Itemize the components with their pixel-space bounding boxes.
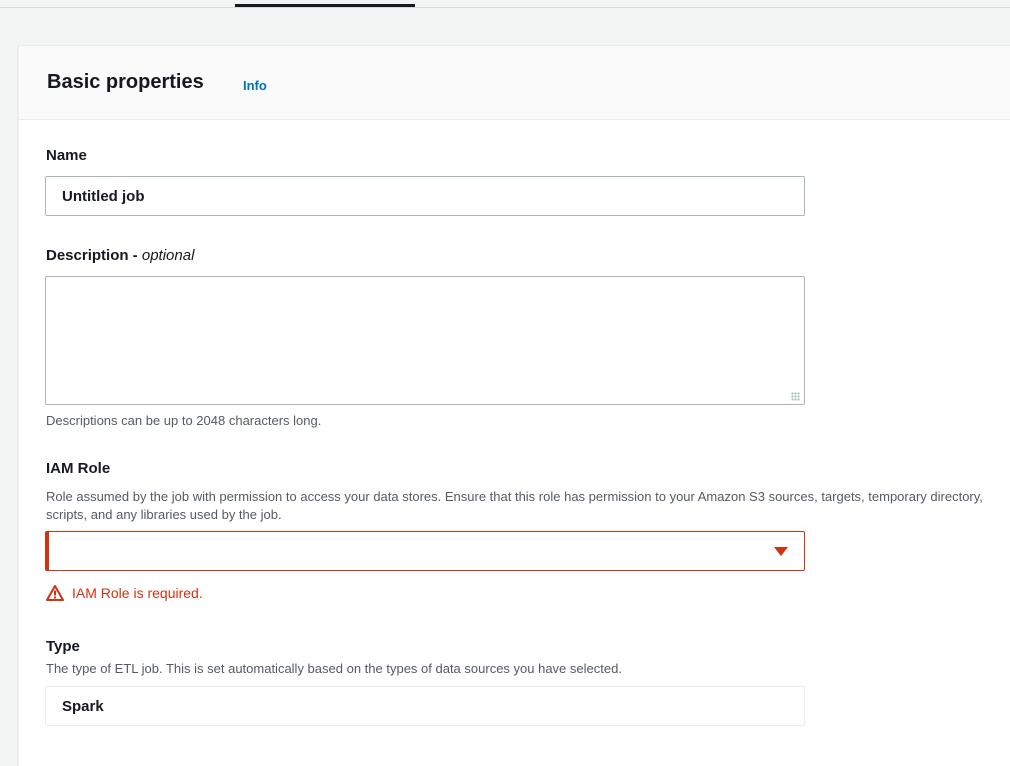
name-input[interactable]: Untitled job [45,176,805,216]
type-value: Spark [62,697,104,715]
description-constraint-text: Descriptions can be up to 2048 character… [46,413,322,428]
top-tab-bar [0,0,1010,8]
iam-role-select[interactable] [45,531,805,571]
name-label: Name [46,147,87,164]
panel-title: Basic properties [47,71,204,93]
iam-role-description: Role assumed by the job with permission … [46,489,983,522]
basic-properties-panel: Basic properties Info [18,45,1010,766]
type-value-field: Spark [45,686,805,726]
name-input-value: Untitled job [62,187,145,205]
type-description: The type of ETL job. This is set automat… [46,661,622,676]
warning-icon [46,585,64,601]
description-textarea[interactable] [45,276,805,405]
description-label: Description - optional [46,247,194,264]
iam-role-error-text: IAM Role is required. [72,585,203,601]
resize-handle-icon[interactable] [791,392,800,401]
panel-header: Basic properties Info [19,46,1010,120]
description-label-text: Description - [46,247,142,264]
type-label: Type [46,638,80,655]
description-optional-label: optional [141,247,195,264]
info-link[interactable]: Info [243,78,267,93]
caret-down-icon[interactable] [774,547,788,556]
active-tab-indicator[interactable] [235,4,415,7]
iam-role-label: IAM Role [46,460,111,477]
iam-role-error: IAM Role is required. [46,585,203,601]
